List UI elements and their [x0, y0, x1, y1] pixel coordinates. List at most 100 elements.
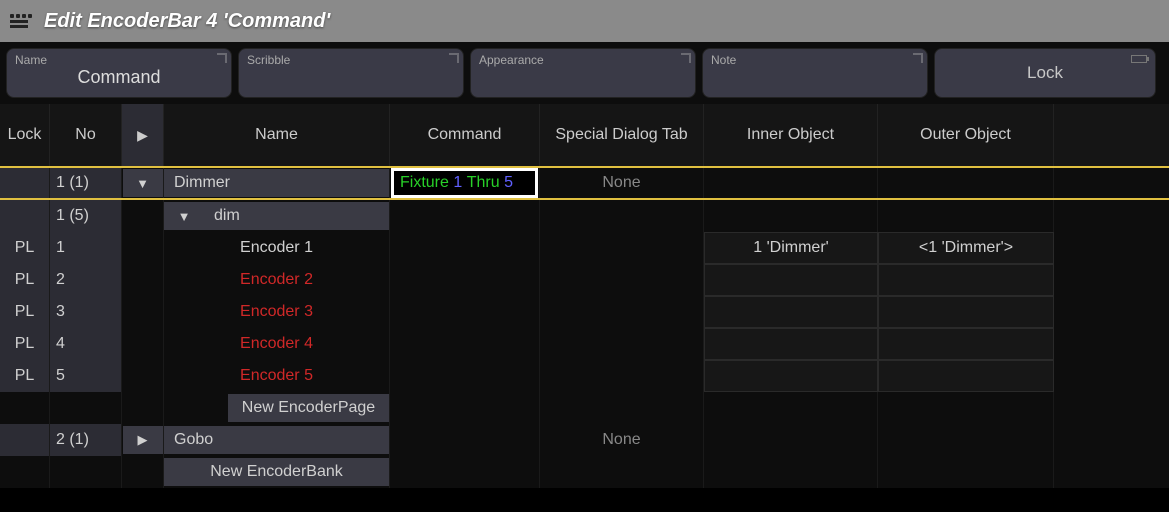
col-command[interactable]: Command	[390, 104, 540, 166]
cell-outer[interactable]	[878, 328, 1054, 360]
cell-expand[interactable]: ▶	[122, 424, 164, 456]
row-encoder-5[interactable]: PL 5 Encoder 5	[0, 360, 1169, 392]
note-field[interactable]: Note	[702, 48, 928, 98]
cell-command[interactable]	[390, 328, 540, 360]
edit-notch-icon	[217, 53, 227, 63]
cell-special[interactable]: None	[540, 424, 704, 456]
cell-lock	[0, 456, 50, 488]
cell-no[interactable]: 1 (1)	[50, 168, 122, 198]
row-encoder-1[interactable]: PL 1 Encoder 1 1 'Dimmer' <1 'Dimmer'>	[0, 232, 1169, 264]
cell-name[interactable]: Encoder 5	[164, 360, 390, 392]
cell-command[interactable]: Fixture 1 Thru 5	[390, 168, 540, 198]
cell-special	[540, 456, 704, 488]
row-dimmer[interactable]: 1 (1) ▼ Dimmer Fixture 1 Thru 5 None	[0, 168, 1169, 200]
data-grid: Lock No ▶ Name Command Special Dialog Ta…	[0, 104, 1169, 488]
col-name[interactable]: Name	[164, 104, 390, 166]
cell-outer[interactable]	[878, 360, 1054, 392]
scribble-field[interactable]: Scribble	[238, 48, 464, 98]
appearance-field[interactable]: Appearance	[470, 48, 696, 98]
cell-lock[interactable]	[0, 168, 50, 198]
cell-inner[interactable]	[704, 200, 878, 232]
cell-inner[interactable]	[704, 424, 878, 456]
row-dim[interactable]: 1 (5) ▼ dim	[0, 200, 1169, 232]
chevron-down-icon[interactable]: ▼	[123, 169, 163, 197]
cell-name[interactable]: New EncoderPage	[164, 392, 390, 424]
cell-inner[interactable]: 1 'Dimmer'	[704, 232, 878, 264]
lock-button[interactable]: Lock	[934, 48, 1156, 98]
cell-name[interactable]: New EncoderBank	[164, 456, 390, 488]
name-field[interactable]: Name Command	[6, 48, 232, 98]
cell-outer[interactable]: <1 'Dimmer'>	[878, 232, 1054, 264]
cell-name[interactable]: Encoder 1	[164, 232, 390, 264]
edit-notch-icon	[449, 53, 459, 63]
note-label: Note	[711, 53, 919, 67]
row-encoder-2[interactable]: PL 2 Encoder 2	[0, 264, 1169, 296]
row-encoder-3[interactable]: PL 3 Encoder 3	[0, 296, 1169, 328]
cell-no[interactable]: 3	[50, 296, 122, 328]
cell-no[interactable]: 5	[50, 360, 122, 392]
cell-no[interactable]: 1 (5)	[50, 200, 122, 232]
cell-lock[interactable]: PL	[0, 360, 50, 392]
new-encoder-page-button[interactable]: New EncoderPage	[228, 394, 389, 422]
cell-special[interactable]	[540, 200, 704, 232]
cell-special[interactable]	[540, 264, 704, 296]
cell-name[interactable]: Encoder 3	[164, 296, 390, 328]
cell-special[interactable]	[540, 296, 704, 328]
col-lock[interactable]: Lock	[0, 104, 50, 166]
chevron-right-icon[interactable]: ▶	[123, 426, 163, 454]
cell-outer[interactable]	[878, 264, 1054, 296]
cell-inner[interactable]	[704, 168, 878, 198]
cell-special[interactable]	[540, 232, 704, 264]
cell-expand[interactable]: ▼	[122, 168, 164, 198]
cell-inner[interactable]	[704, 296, 878, 328]
cell-name[interactable]: Encoder 2	[164, 264, 390, 296]
cell-lock[interactable]: PL	[0, 328, 50, 360]
cell-command[interactable]	[390, 296, 540, 328]
cell-command[interactable]	[390, 424, 540, 456]
cell-special[interactable]	[540, 328, 704, 360]
cell-lock[interactable]: PL	[0, 264, 50, 296]
cell-name[interactable]: Encoder 4	[164, 328, 390, 360]
row-new-encoder-page[interactable]: New EncoderPage	[0, 392, 1169, 424]
col-no[interactable]: No	[50, 104, 122, 166]
col-expand[interactable]: ▶	[122, 104, 164, 166]
cell-outer[interactable]	[878, 168, 1054, 198]
command-input-selected[interactable]: Fixture 1 Thru 5	[391, 168, 538, 198]
row-encoder-4[interactable]: PL 4 Encoder 4	[0, 328, 1169, 360]
cell-command[interactable]	[390, 200, 540, 232]
row-gobo[interactable]: 2 (1) ▶ Gobo None	[0, 424, 1169, 456]
cell-expand	[122, 392, 164, 424]
cell-lock[interactable]: PL	[0, 232, 50, 264]
cell-no[interactable]: 1	[50, 232, 122, 264]
lock-label: Lock	[1027, 63, 1063, 83]
cell-inner[interactable]	[704, 328, 878, 360]
cell-special[interactable]	[540, 360, 704, 392]
cell-lock[interactable]	[0, 424, 50, 456]
cell-name[interactable]: ▼ dim	[164, 200, 390, 232]
cell-outer[interactable]	[878, 200, 1054, 232]
row-new-encoder-bank[interactable]: New EncoderBank	[0, 456, 1169, 488]
cell-command[interactable]	[390, 232, 540, 264]
cell-name[interactable]: Gobo	[164, 424, 390, 456]
cell-no[interactable]: 2	[50, 264, 122, 296]
cell-inner[interactable]	[704, 264, 878, 296]
cell-command[interactable]	[390, 360, 540, 392]
cell-no[interactable]: 2 (1)	[50, 424, 122, 456]
name-label: Dimmer	[164, 169, 389, 197]
cell-lock[interactable]	[0, 200, 50, 232]
cell-lock[interactable]: PL	[0, 296, 50, 328]
cell-inner[interactable]	[704, 360, 878, 392]
cell-name[interactable]: Dimmer	[164, 168, 390, 198]
cell-outer[interactable]	[878, 296, 1054, 328]
chevron-down-icon[interactable]: ▼	[164, 202, 204, 230]
cell-no[interactable]: 4	[50, 328, 122, 360]
cell-outer[interactable]	[878, 424, 1054, 456]
cell-command[interactable]	[390, 264, 540, 296]
cell-lock	[0, 392, 50, 424]
new-encoder-bank-button[interactable]: New EncoderBank	[164, 458, 389, 486]
cell-special[interactable]: None	[540, 168, 704, 198]
cell-expand	[122, 200, 164, 232]
col-inner-object[interactable]: Inner Object	[704, 104, 878, 166]
col-special-dialog-tab[interactable]: Special Dialog Tab	[540, 104, 704, 166]
col-outer-object[interactable]: Outer Object	[878, 104, 1054, 166]
